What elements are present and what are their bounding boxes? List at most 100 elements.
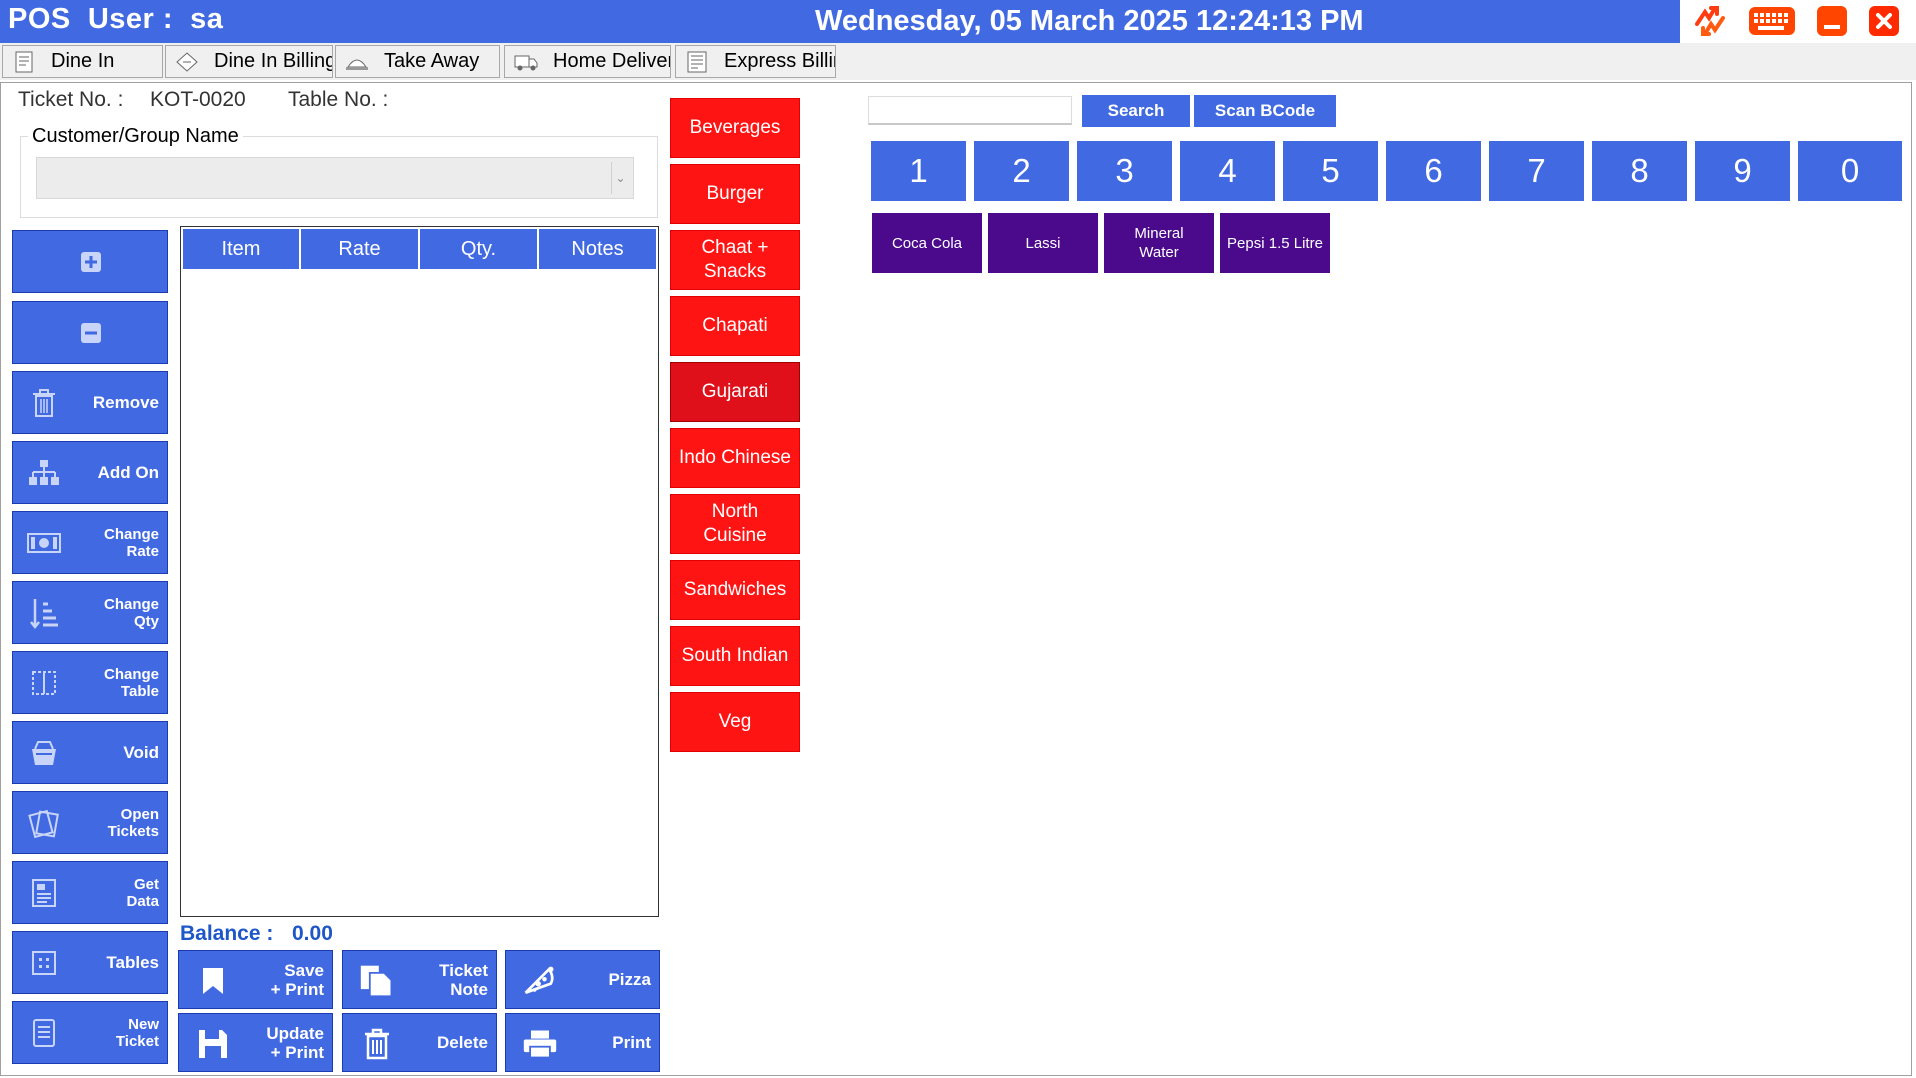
search-button[interactable]: Search [1082,95,1190,127]
express-bill-icon [687,51,707,72]
category-gujarati[interactable]: Gujarati [670,362,800,422]
tab-dine-in-billing[interactable]: Dine In Billing [165,45,333,78]
remove-label: Remove [92,393,159,412]
close-icon[interactable] [1868,4,1900,38]
column-header-rate[interactable]: Rate [301,229,420,269]
numpad-key-5[interactable]: 5 [1283,141,1378,201]
category-sandwiches[interactable]: Sandwiches [670,560,800,620]
delivery-truck-icon [514,55,538,70]
pos-user-label: POS User : sa [8,3,224,35]
numpad-key-7[interactable]: 7 [1489,141,1584,201]
category-chaat-snacks[interactable]: Chaat + Snacks [670,230,800,290]
category-veg[interactable]: Veg [670,692,800,752]
ticket-icon [176,51,198,72]
document-icon [15,51,33,72]
change-qty-label: Change Qty [103,595,159,630]
column-header-notes[interactable]: Notes [539,229,656,269]
numpad-key-6[interactable]: 6 [1386,141,1481,201]
update-print-label: Update + Print [266,1023,324,1062]
change-rate-button[interactable]: Change Rate [12,511,168,574]
new-ticket-button[interactable]: New Ticket [12,1001,168,1064]
increase-qty-button[interactable] [12,230,168,293]
category-burger[interactable]: Burger [670,164,800,224]
tables-button[interactable]: Tables [12,931,168,994]
item-lassi[interactable]: Lassi [988,213,1098,273]
item-coca-cola[interactable]: Coca Cola [872,213,982,273]
trash-icon [27,386,61,420]
plus-icon [73,245,109,279]
tables-label: Tables [106,953,159,972]
category-chapati[interactable]: Chapati [670,296,800,356]
decrease-qty-button[interactable] [12,301,168,364]
item-mineral-water[interactable]: Mineral Water [1104,213,1214,273]
new-ticket-icon [27,1016,61,1050]
customer-label: Customer/Group Name [28,125,243,148]
numpad-key-3[interactable]: 3 [1077,141,1172,201]
numpad-key-1[interactable]: 1 [871,141,966,201]
table-icon [27,666,61,700]
bookmark-icon [195,963,231,999]
remove-button[interactable]: Remove [12,371,168,434]
column-header-item[interactable]: Item [183,229,301,269]
numpad-key-8[interactable]: 8 [1592,141,1687,201]
category-south-indian[interactable]: South Indian [670,626,800,686]
tab-take-away[interactable]: Take Away [335,45,500,78]
top-bar: POS User : sa Wednesday, 05 March 2025 1… [0,0,1916,43]
balance-value: 0.00 [292,922,333,945]
datetime-display: Wednesday, 05 March 2025 12:24:13 PM [815,5,1364,37]
numpad-key-9[interactable]: 9 [1695,141,1790,201]
item-pepsi-1-5-litre[interactable]: Pepsi 1.5 Litre [1220,213,1330,273]
update-print-button[interactable]: Update + Print [178,1013,333,1072]
tickets-icon [27,806,61,840]
hierarchy-icon [27,456,61,490]
column-header-qty[interactable]: Qty. [420,229,539,269]
pizza-button[interactable]: Pizza [505,950,660,1009]
basket-icon [27,736,61,770]
minus-icon [73,316,109,350]
scan-barcode-button[interactable]: Scan BCode [1194,95,1336,127]
table-no-label: Table No. : [288,88,389,111]
numpad-key-4[interactable]: 4 [1180,141,1275,201]
order-grid[interactable]: Item Rate Qty. Notes [180,226,659,917]
numpad-key-0[interactable]: 0 [1798,141,1902,201]
tab-dine-in[interactable]: Dine In [2,45,163,78]
chevron-down-icon[interactable]: ⌄ [611,162,629,194]
title-bar: POS User : sa Wednesday, 05 March 2025 1… [0,0,1680,43]
change-table-button[interactable]: Change Table [12,651,168,714]
print-label: Print [612,1033,651,1052]
minimize-icon[interactable] [1816,4,1848,38]
print-button[interactable]: Print [505,1013,660,1072]
tab-label: Take Away [384,50,480,72]
open-tickets-button[interactable]: Open Tickets [12,791,168,854]
ticket-note-label: Ticket Note [439,960,488,999]
save-print-button[interactable]: Save + Print [178,950,333,1009]
get-data-label: Get Data [126,875,159,910]
open-tickets-label: Open Tickets [107,805,159,840]
ticket-note-button[interactable]: Ticket Note [342,950,497,1009]
tab-label: Dine In [51,50,115,72]
category-beverages[interactable]: Beverages [670,98,800,158]
customer-select[interactable]: ⌄ [36,157,634,199]
save-icon [195,1026,231,1062]
change-qty-button[interactable]: Change Qty [12,581,168,644]
category-north-cuisine[interactable]: North Cuisine [670,494,800,554]
category-indo-chinese[interactable]: Indo Chinese [670,428,800,488]
pizza-label: Pizza [608,970,651,989]
tab-home-delivery[interactable]: Home Delivery [504,45,671,78]
get-data-button[interactable]: Get Data [12,861,168,924]
money-icon [27,526,61,560]
grid-header: Item Rate Qty. Notes [183,229,656,269]
tab-express-billing[interactable]: Express Billing [675,45,836,78]
sort-icon [27,596,61,630]
add-on-button[interactable]: Add On [12,441,168,504]
numpad-key-2[interactable]: 2 [974,141,1069,201]
delete-button[interactable]: Delete [342,1013,497,1072]
tab-label: Home Delivery [553,50,670,72]
search-input[interactable] [868,96,1072,125]
void-button[interactable]: Void [12,721,168,784]
keyboard-icon[interactable] [1747,4,1797,38]
printer-icon [522,1026,558,1062]
ticket-no-label: Ticket No. : [18,88,124,111]
copy-icon [359,963,395,999]
sync-icon[interactable] [1690,4,1730,38]
